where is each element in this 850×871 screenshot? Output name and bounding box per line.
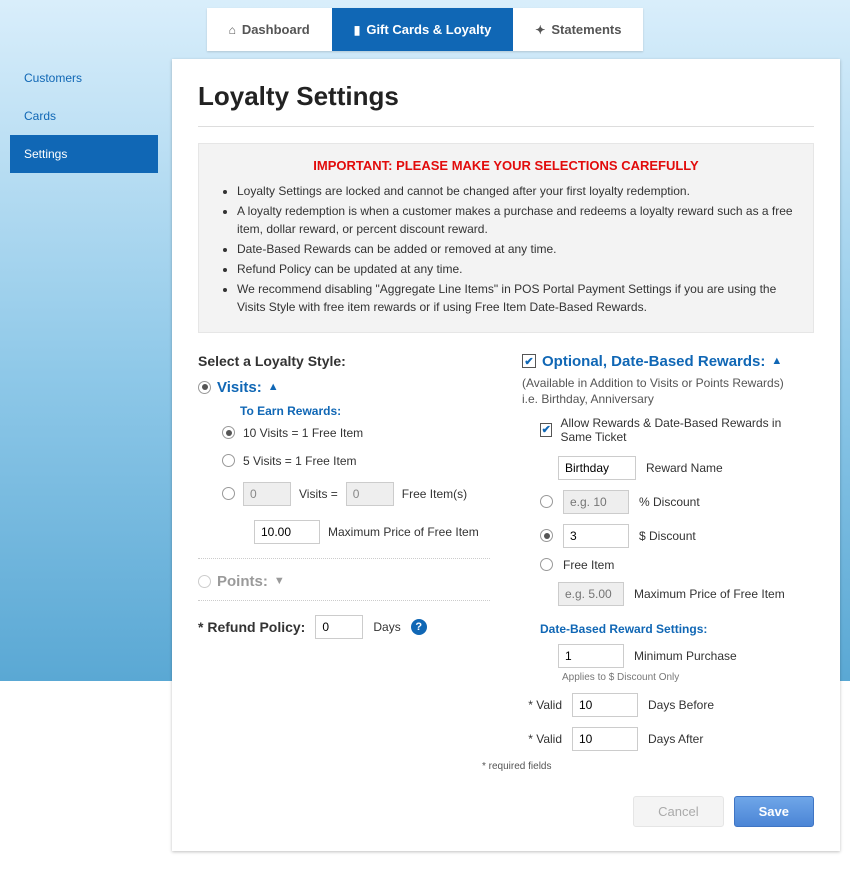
cancel-button[interactable]: Cancel [633,796,723,827]
radio-10visits[interactable] [222,426,235,439]
max-price-input[interactable] [254,520,320,544]
chevron-up-icon: ▲ [268,381,279,393]
alert-bullet: Loyalty Settings are locked and cannot b… [237,182,795,200]
free-item-radio[interactable] [540,558,553,571]
custom-visits-mid: Visits = [299,487,338,501]
dollar-discount-radio[interactable] [540,529,553,542]
valid-before-label: * Valid [522,698,562,712]
points-style-toggle[interactable]: Points: ▼ [198,573,490,590]
chevron-down-icon: ▼ [274,575,285,587]
visits-label: Visits: [217,379,262,396]
dollar-discount-label: $ Discount [639,529,696,543]
dollar-discount-input[interactable] [563,524,629,548]
allow-same-checkbox[interactable] [540,423,552,437]
visits-option-10-label: 10 Visits = 1 Free Item [243,426,363,440]
visits-option-5[interactable]: 5 Visits = 1 Free Item [222,454,490,468]
points-radio[interactable] [198,575,211,588]
to-earn-rewards-label: To Earn Rewards: [240,404,490,418]
sidebar-item-customers[interactable]: Customers [10,59,158,97]
date-based-eg-note: i.e. Birthday, Anniversary [522,392,814,406]
min-purchase-input[interactable] [558,644,624,668]
tab-gift-cards-loyalty[interactable]: ▮ Gift Cards & Loyalty [332,8,514,51]
alert-bullet: A loyalty redemption is when a customer … [237,202,795,238]
required-fields-note: * required fields [482,761,814,772]
max-price-row: Maximum Price of Free Item [254,520,490,544]
refund-policy-label: * Refund Policy: [198,619,305,635]
valid-before-input[interactable] [572,693,638,717]
divider [198,558,490,559]
alert-bullet: Refund Policy can be updated at any time… [237,260,795,278]
pct-discount-radio[interactable] [540,495,553,508]
pct-discount-label: % Discount [639,495,700,509]
valid-after-suffix: Days After [648,732,703,746]
alert-heading: IMPORTANT: PLEASE MAKE YOUR SELECTIONS C… [217,156,795,176]
alert-bullet: Date-Based Rewards can be added or remov… [237,240,795,258]
valid-after-label: * Valid [522,732,562,746]
valid-before-suffix: Days Before [648,698,714,712]
refund-days-input[interactable] [315,615,363,639]
date-based-rewards-toggle[interactable]: Optional, Date-Based Rewards: ▲ [522,353,814,370]
tab-statements[interactable]: ✦ Statements [513,8,643,51]
tab-dashboard-label: Dashboard [242,22,310,37]
bars-icon: ▮ [354,23,361,37]
visits-option-10[interactable]: 10 Visits = 1 Free Item [222,426,490,440]
sidebar-item-settings[interactable]: Settings [10,135,158,173]
reward-name-label: Reward Name [646,461,723,475]
tab-statements-label: Statements [551,22,621,37]
alert-bullet: We recommend disabling "Aggregate Line I… [237,280,795,316]
select-loyalty-style-label: Select a Loyalty Style: [198,353,490,369]
wrench-icon: ✦ [535,23,545,37]
custom-free-suffix: Free Item(s) [402,487,467,501]
sidebar-item-cards[interactable]: Cards [10,97,158,135]
visits-style-toggle[interactable]: Visits: ▲ [198,379,490,396]
allow-same-ticket-row[interactable]: Allow Rewards & Date-Based Rewards in Sa… [540,416,814,444]
date-based-head-label: Optional, Date-Based Rewards: [542,353,765,370]
refund-days-suffix: Days [373,620,400,634]
visits-option-custom[interactable]: Visits = Free Item(s) [222,482,490,506]
chevron-up-icon: ▲ [771,355,782,367]
custom-free-input[interactable] [346,482,394,506]
free-item-max-label: Maximum Price of Free Item [634,587,785,601]
max-price-label: Maximum Price of Free Item [328,525,479,539]
free-item-label: Free Item [563,558,614,572]
points-label: Points: [217,573,268,590]
free-item-max-input[interactable] [558,582,624,606]
date-based-settings-heading: Date-Based Reward Settings: [540,622,814,636]
pct-discount-input[interactable] [563,490,629,514]
custom-visits-input[interactable] [243,482,291,506]
important-alert: IMPORTANT: PLEASE MAKE YOUR SELECTIONS C… [198,143,814,333]
radio-5visits[interactable] [222,454,235,467]
reward-name-input[interactable] [558,456,636,480]
radio-custom-visits[interactable] [222,487,235,500]
save-button[interactable]: Save [734,796,814,827]
tab-gcloyalty-label: Gift Cards & Loyalty [366,22,491,37]
date-based-avail-note: (Available in Addition to Visits or Poin… [522,376,814,390]
date-based-checkbox[interactable] [522,354,536,368]
divider [198,600,490,601]
visits-radio[interactable] [198,381,211,394]
help-icon[interactable]: ? [411,619,427,635]
tab-dashboard[interactable]: ⌂ Dashboard [207,8,332,51]
min-purchase-label: Minimum Purchase [634,649,737,663]
valid-after-input[interactable] [572,727,638,751]
page-title: Loyalty Settings [198,81,814,127]
visits-option-5-label: 5 Visits = 1 Free Item [243,454,357,468]
home-icon: ⌂ [229,23,236,37]
allow-same-label: Allow Rewards & Date-Based Rewards in Sa… [560,416,814,444]
